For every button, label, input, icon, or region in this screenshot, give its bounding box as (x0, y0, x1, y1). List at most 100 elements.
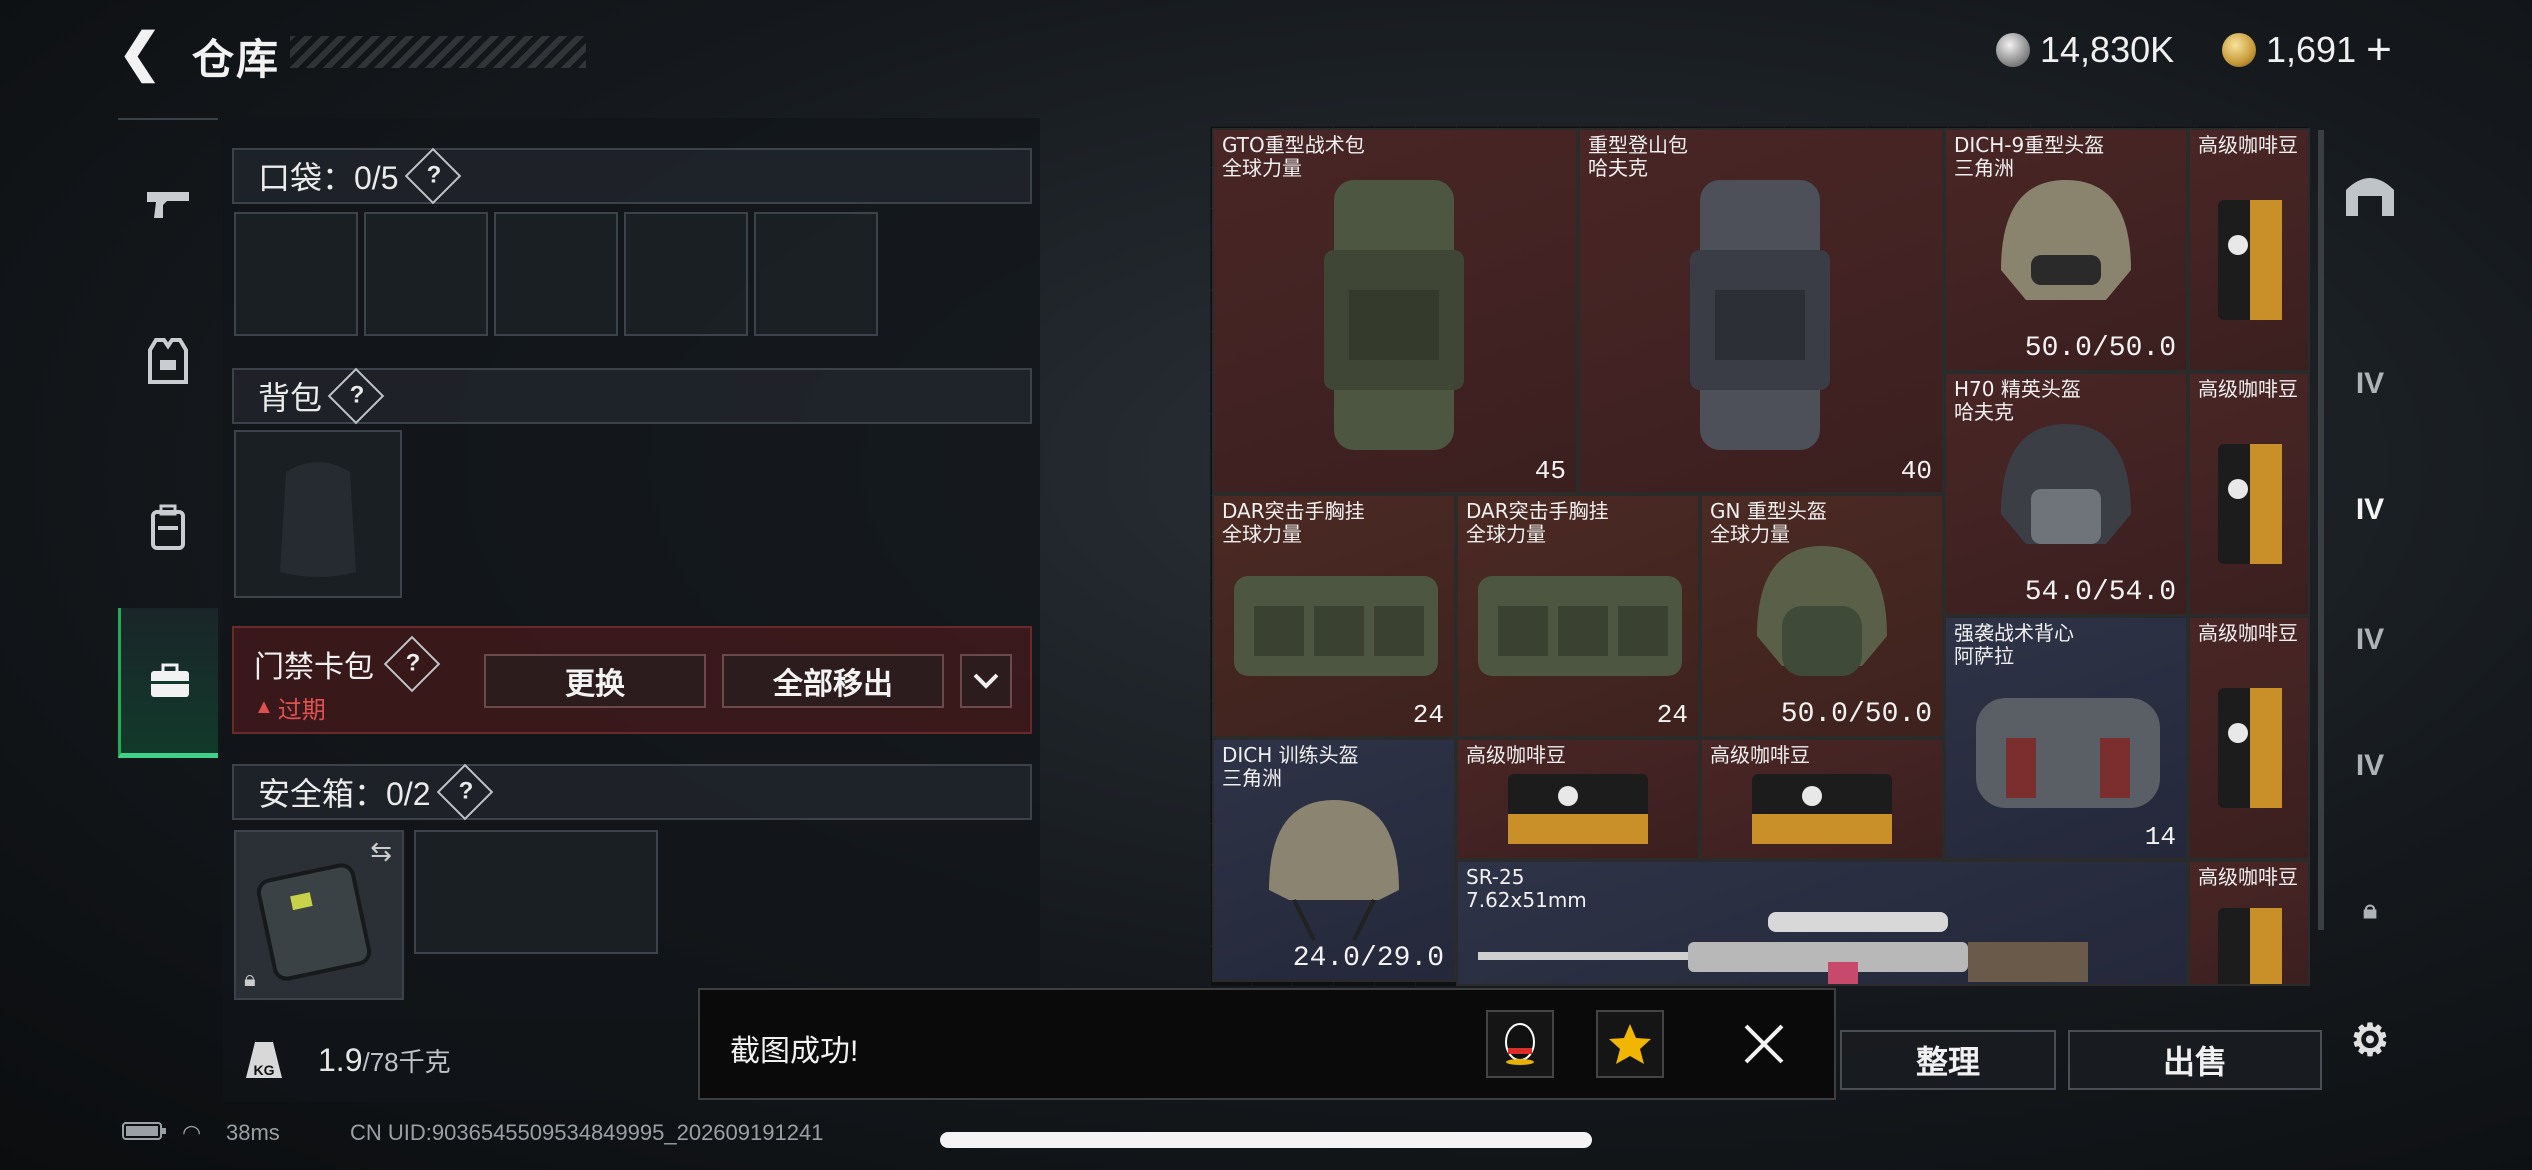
item-cell[interactable]: 高级咖啡豆 (2188, 860, 2310, 986)
page-title: 仓库 (192, 36, 281, 83)
item-cell[interactable]: 强袭战术背心 阿萨拉 14 (1944, 616, 2188, 860)
silver-coin-icon (1996, 33, 2030, 67)
item-cell[interactable]: DICH 训练头盔 三角洲 24.0/29.0 (1212, 738, 1456, 982)
qq-icon (1505, 1023, 1535, 1065)
swap-icon[interactable]: ⇆ (370, 836, 392, 867)
safebox-slot-empty[interactable] (414, 830, 658, 954)
nav-backpack[interactable] (118, 482, 218, 572)
backpack-header: 背包 ? (232, 367, 1032, 425)
item-name: 高级咖啡豆 (2198, 133, 2298, 157)
uid-label: CN UID:9036545509534849995_202609191241 (350, 1120, 824, 1145)
home-indicator[interactable] (940, 1132, 1592, 1148)
pockets-label: 口袋：0/5 (258, 160, 399, 196)
storage-tab[interactable]: IV (2330, 600, 2410, 680)
item-name: DAR突击手胸挂 全球力量 (1466, 499, 1609, 546)
item-name: 强袭战术背心 阿萨拉 (1954, 621, 2074, 668)
item-durability: 54.0/54.0 (2024, 577, 2176, 608)
storage-tab-icon: IV (2355, 367, 2385, 400)
item-cell[interactable]: DAR突击手胸挂 全球力量 24 (1456, 494, 1700, 738)
pocket-slot[interactable] (364, 212, 488, 336)
item-cell[interactable]: GN 重型头盔 全球力量 50.0/50.0 (1700, 494, 1944, 738)
settings-button[interactable]: ⚙ (2330, 1000, 2410, 1080)
backpack-slot[interactable] (234, 430, 402, 598)
add-currency-button[interactable]: + (2366, 25, 2392, 75)
chest-rig-icon (1478, 576, 1682, 676)
item-name: 高级咖啡豆 (2198, 621, 2298, 645)
item-cell[interactable]: 高级咖啡豆 (1456, 738, 1700, 860)
nav-case[interactable] (118, 608, 218, 758)
item-cell[interactable]: 重型登山包 哈夫克 40 (1578, 128, 1944, 494)
safebox-help-icon[interactable]: ? (436, 763, 493, 821)
safebox-label: 安全箱：0/2 (258, 776, 431, 812)
storage-tab-icon: IV (2355, 749, 2385, 782)
item-cell[interactable]: 高级咖啡豆 (2188, 128, 2310, 372)
back-button[interactable]: ❮ (118, 27, 168, 79)
item-count: 24 (1656, 700, 1688, 730)
item-cell[interactable]: 高级咖啡豆 (1700, 738, 1944, 860)
helmet-icon (2001, 424, 2131, 544)
sort-button[interactable]: 整理 (1840, 1030, 2056, 1090)
item-cell[interactable]: DAR突击手胸挂 全球力量 24 (1212, 494, 1456, 738)
silver-amount: 14,830K (2040, 29, 2175, 70)
storage-tab[interactable]: IV (2330, 726, 2410, 806)
lock-icon: 🔒︎ (2363, 894, 2377, 924)
storage-tab[interactable]: IV (2330, 344, 2410, 424)
sniper-rifle-icon (1478, 912, 2088, 984)
tactical-vest-icon (1976, 698, 2160, 808)
keycard-help-icon[interactable]: ? (383, 635, 441, 693)
item-cell[interactable]: DICH-9重型头盔 三角洲 50.0/50.0 (1944, 128, 2188, 372)
sell-button[interactable]: 出售 (2068, 1030, 2322, 1090)
item-count: 40 (1900, 456, 1932, 486)
storage-tab-active[interactable]: IV (2330, 470, 2410, 550)
screenshot-toast: 截图成功! (698, 988, 1836, 1100)
share-qq-button[interactable] (1486, 1010, 1554, 1078)
backpack-silhouette-icon (280, 462, 356, 577)
pocket-slot[interactable] (754, 212, 878, 336)
keycard-label: 门禁卡包 (254, 651, 374, 684)
pockets-help-icon[interactable]: ? (404, 147, 461, 205)
backpack-help-icon[interactable]: ? (327, 367, 385, 425)
backpack-label: 背包 (258, 380, 323, 416)
warning-icon: ▲ (254, 696, 274, 718)
battery-icon (122, 1120, 168, 1148)
pocket-slot[interactable] (494, 212, 618, 336)
remove-all-button[interactable]: 全部移出 (722, 654, 944, 708)
pocket-slot[interactable] (234, 212, 358, 336)
storage-grid: GTO重型战术包 全球力量 45 重型登山包 哈夫克 40 DICH-9重型头盔… (1210, 126, 2310, 986)
gold-amount: 1,691 (2266, 29, 2357, 70)
nav-armor[interactable] (118, 316, 218, 406)
toast-close-button[interactable] (1740, 1020, 1788, 1068)
item-cell[interactable]: GTO重型战术包 全球力量 45 (1212, 128, 1578, 494)
safebox-slot[interactable]: ⇆ 🔒︎ (234, 830, 404, 1000)
keycard-header: 门禁卡包 ? (254, 635, 441, 693)
tactical-backpack-icon (1324, 180, 1464, 450)
mountain-backpack-icon (1690, 180, 1830, 450)
all-storage-icon (2346, 178, 2394, 216)
safebox-header: 安全箱：0/2 ? (232, 763, 1032, 821)
chevron-left-icon: ❮ (118, 24, 162, 82)
expired-label: 过期 (277, 697, 326, 724)
storage-tab-all[interactable] (2330, 156, 2410, 236)
item-cell[interactable]: 高级咖啡豆 (2188, 372, 2310, 616)
chevron-down-icon (973, 673, 999, 689)
pocket-slot[interactable] (624, 212, 748, 336)
pockets-header: 口袋：0/5 ? (232, 147, 1032, 205)
ping-label: 38ms (226, 1120, 280, 1145)
keycard-dropdown-button[interactable] (960, 654, 1012, 708)
keycard-expired-warning: ▲ 过期 (254, 690, 326, 725)
lock-icon: 🔒︎ (244, 966, 256, 991)
storage-tab-locked[interactable]: 🔒︎ (2330, 870, 2410, 950)
item-cell[interactable]: SR-25 7.62x51mm (1456, 860, 2188, 986)
title-decoration (290, 36, 586, 68)
item-cell[interactable]: H70 精英头盔 哈夫克 54.0/54.0 (1944, 372, 2188, 616)
helmet-icon (2001, 180, 2131, 300)
share-qzone-button[interactable] (1596, 1010, 1664, 1078)
replace-button[interactable]: 更换 (484, 654, 706, 708)
item-cell[interactable]: 高级咖啡豆 (2188, 616, 2310, 860)
nav-weapons[interactable] (118, 160, 218, 250)
briefcase-icon (150, 663, 189, 697)
toast-message: 截图成功! (730, 1035, 859, 1068)
wifi-icon: ◠ (182, 1120, 202, 1145)
storage-tab[interactable] (2330, 236, 2410, 316)
qzone-icon (1609, 1024, 1651, 1064)
